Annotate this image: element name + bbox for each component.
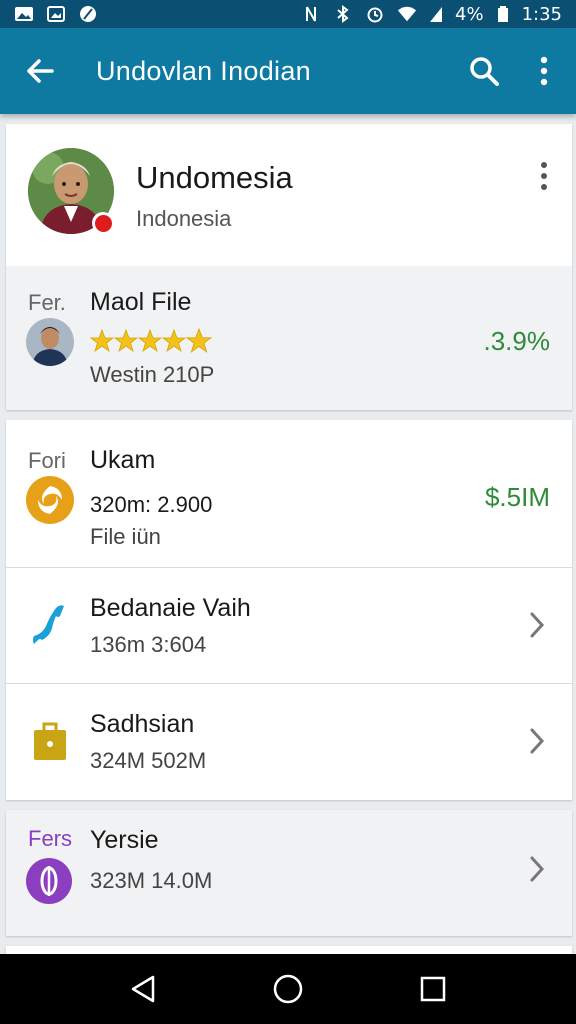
system-status: 4% 1:35 <box>301 4 562 25</box>
list-item-peek[interactable] <box>6 946 572 954</box>
list-item-title: Bedanaie Vaih <box>90 594 251 622</box>
profile-name: Undomesia <box>136 160 293 195</box>
system-nav-bar <box>0 954 576 1024</box>
image-icon <box>46 5 66 23</box>
square-recents-icon <box>421 976 446 1002</box>
battery-percent: 4% <box>455 3 484 25</box>
briefcase-icon <box>26 718 74 766</box>
list-item-tag: Fori <box>28 448 66 473</box>
search-button[interactable] <box>456 28 512 114</box>
status-bar: 4% 1:35 <box>0 0 576 28</box>
circle-home-icon <box>273 974 303 1004</box>
star-icon <box>162 328 186 353</box>
triangle-back-icon <box>131 975 154 1003</box>
list-item-line1: 136m 3:604 <box>90 632 207 657</box>
chevron-right-icon <box>526 610 548 640</box>
list-card: Fori Ukam 320m: 2.900 File iün $.5IM Bed… <box>6 420 572 800</box>
list-item[interactable]: Fori Ukam 320m: 2.900 File iün $.5IM <box>6 420 572 568</box>
list-item-line2: File iün <box>90 524 161 549</box>
content-scroll[interactable]: Undomesia Indonesia Fer. Maol File Westi… <box>0 114 576 954</box>
profile-more-button[interactable] <box>526 152 562 200</box>
star-icon <box>90 328 114 353</box>
profile-card[interactable]: Undomesia Indonesia <box>6 124 572 266</box>
file-avatar <box>26 318 74 366</box>
photo-icon <box>14 5 34 23</box>
list-item[interactable]: Bedanaie Vaih 136m 3:604 <box>6 568 572 684</box>
feather-icon <box>78 5 98 23</box>
search-icon <box>470 57 499 86</box>
nfc-icon <box>301 5 321 23</box>
alarm-icon <box>365 5 385 23</box>
list-item-line1: 323M 14.0M <box>90 868 213 893</box>
leaf-icon <box>26 858 72 904</box>
swirl-icon <box>26 476 74 524</box>
back-button[interactable] <box>0 28 80 114</box>
nav-recents-button[interactable] <box>403 959 463 1019</box>
list-item-tag: Fers <box>28 826 72 851</box>
star-icon <box>138 328 162 353</box>
wifi-icon <box>397 5 417 23</box>
profile-subtitle: Indonesia <box>136 206 232 231</box>
nav-back-button[interactable] <box>113 959 173 1019</box>
list-item-title: Ukam <box>90 446 156 474</box>
list-item-line1: 324M 502M <box>90 748 207 773</box>
nav-home-button[interactable] <box>258 959 318 1019</box>
star-icon <box>186 328 212 353</box>
overflow-menu-button[interactable] <box>512 28 576 114</box>
flag-badge <box>92 212 114 234</box>
page-title: Undovlan Inodian <box>96 55 311 86</box>
app-bar: Undovlan Inodian <box>0 28 576 114</box>
arrow-back-icon <box>27 59 54 83</box>
battery-icon <box>496 5 510 23</box>
list-item[interactable]: Sadhsian 324M 502M <box>6 684 572 800</box>
list-item-title: Sadhsian <box>90 710 195 738</box>
file-title: Maol File <box>90 288 192 316</box>
notification-icons <box>14 5 98 23</box>
list-item-line1: 320m: 2.900 <box>90 492 213 517</box>
list-item-value: $.5IM <box>484 482 550 512</box>
more-vert-icon <box>540 56 548 86</box>
file-tag: Fer. <box>28 290 66 315</box>
phone-icon <box>26 600 74 648</box>
list-item-title: Yersie <box>90 826 159 854</box>
file-subtitle: Westin 210P <box>90 362 215 387</box>
signal-icon <box>429 5 443 23</box>
file-card[interactable]: Fer. Maol File Westin 210P .3.9% <box>6 266 572 410</box>
more-vert-icon <box>541 162 547 190</box>
chevron-right-icon <box>526 854 548 884</box>
chevron-right-icon <box>526 726 548 756</box>
star-icon <box>114 328 138 353</box>
clock: 1:35 <box>521 3 562 25</box>
file-value: .3.9% <box>483 326 551 356</box>
list-item[interactable]: Fers Yersie 323M 14.0M <box>6 810 572 936</box>
rating-stars <box>90 328 212 354</box>
bluetooth-icon <box>333 5 353 23</box>
